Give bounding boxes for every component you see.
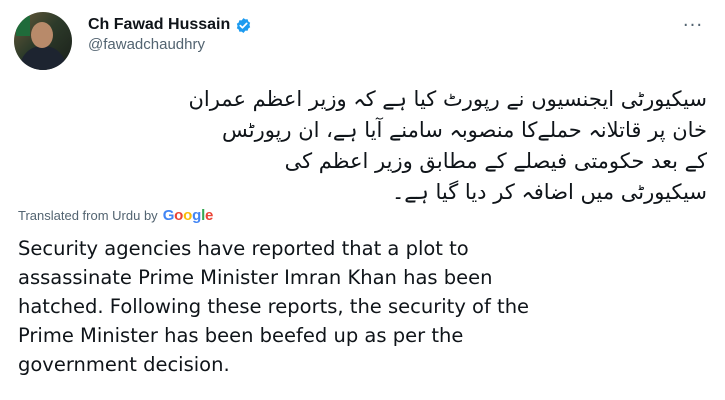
author-row: Ch Fawad Hussain [88,14,252,36]
google-logo: Google [162,206,214,224]
card-bottom-edge [0,396,725,400]
avatar-flag [16,16,30,36]
translation-line: assassinate Prime Minister Imran Khan ha… [18,266,493,289]
tweet-card: Ch Fawad Hussain @fawadchaudhry ··· سیکی… [0,0,725,400]
more-options-icon[interactable]: ··· [681,15,705,36]
translation-attribution[interactable]: Translated from Urdu by Google [18,205,213,225]
avatar[interactable] [14,12,72,70]
avatar-figure-body [20,46,66,70]
avatar-figure-face [31,22,53,48]
urdu-line: سیکیورٹی ایجنسیوں نے رپورٹ کیا ہے کہ وزی… [188,87,707,111]
author-handle[interactable]: @fawadchaudhry [88,36,205,53]
tweet-translated-text: Security agencies have reported that a p… [18,234,698,379]
urdu-line: سیکیورٹی میں اضافہ کر دیا گیا ہے۔ [391,180,707,204]
translation-line: hatched. Following these reports, the se… [18,295,530,318]
tweet-original-text: سیکیورٹی ایجنسیوں نے رپورٹ کیا ہے کہ وزی… [17,84,707,208]
translation-line: government decision. [18,353,230,376]
translation-line: Security agencies have reported that a p… [18,237,469,260]
verified-badge-icon [237,17,251,33]
translated-from-label: Translated from Urdu by [18,207,158,223]
translation-line: Prime Minister has been beefed up as per… [18,324,464,347]
author-name[interactable]: Ch Fawad Hussain [88,16,230,34]
urdu-line: کے بعد حکومتی فیصلے کے مطابق وزیر اعظم ک… [284,149,707,173]
urdu-line: خان پر قاتلانہ حملےکا منصوبہ سامنے آیا ہ… [221,118,707,142]
